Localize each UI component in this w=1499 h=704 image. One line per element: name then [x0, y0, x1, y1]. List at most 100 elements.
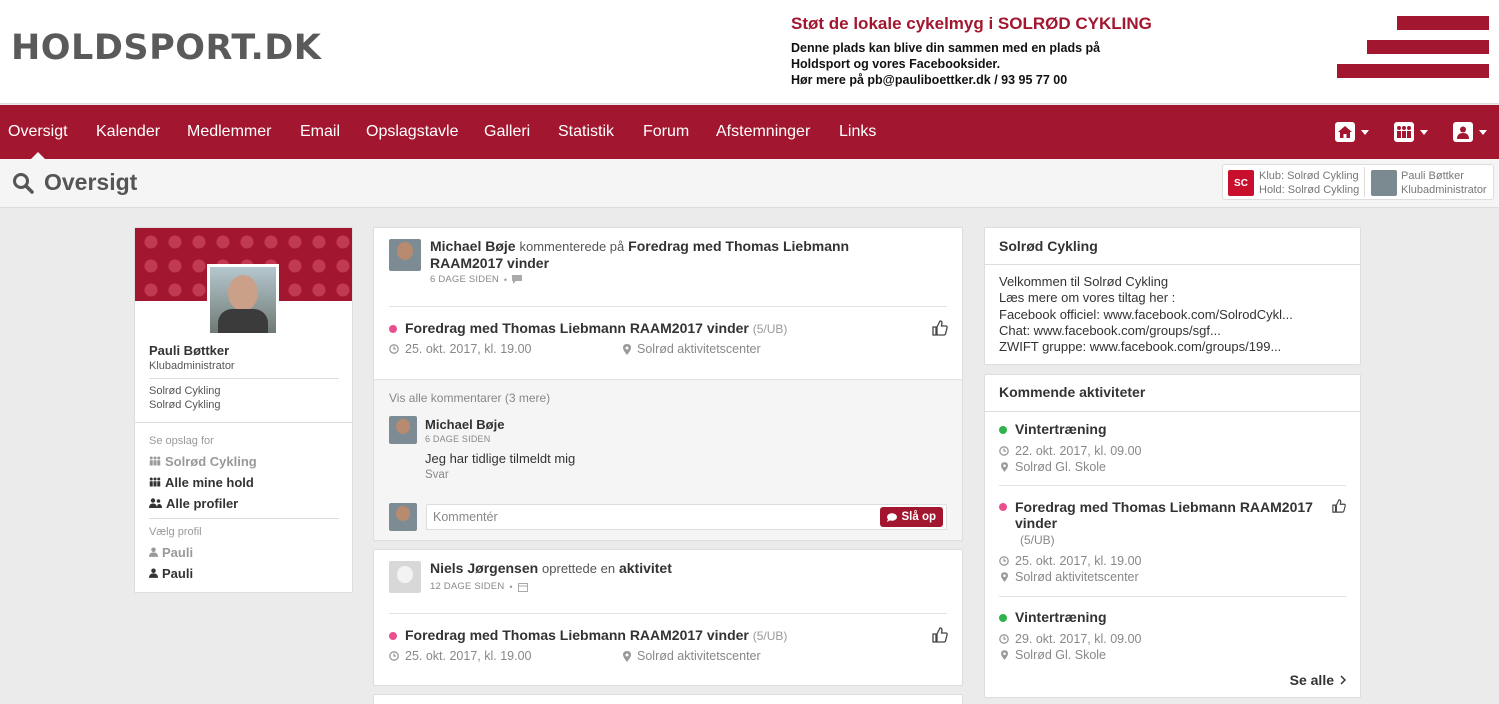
status-dot	[389, 325, 397, 334]
upcoming-activities: Kommende aktiviteter Vintertræning 22. o…	[984, 374, 1361, 698]
nav-statistik[interactable]: Statistik	[558, 105, 614, 159]
team-line: Hold: Solrød Cykling	[1259, 184, 1360, 196]
nav-links[interactable]: Links	[839, 105, 876, 159]
profile-role: Klubadministrator	[149, 360, 235, 372]
profile-option-label: Pauli	[162, 545, 194, 560]
ad-banner[interactable]: Støt de lokale cykelmyg i SOLRØD CYKLING…	[791, 14, 1311, 88]
thumbs-up-icon[interactable]	[932, 320, 948, 336]
filter-solrod[interactable]: Solrød Cykling	[149, 454, 257, 469]
feed-post: Niels Jørgensen oprettede en aktivitet 1…	[373, 549, 963, 686]
divider	[389, 306, 947, 307]
nav-oversigt[interactable]: Oversigt	[8, 105, 68, 159]
activity-date: 25. okt. 2017, kl. 19.00	[405, 342, 532, 356]
calendar-icon	[517, 582, 528, 592]
club-link[interactable]: Chat: www.facebook.com/groups/sgf...	[999, 323, 1293, 339]
team-menu[interactable]	[1394, 105, 1428, 159]
divider	[135, 422, 352, 423]
divider	[985, 411, 1360, 412]
club-link[interactable]: ZWIFT gruppe: www.facebook.com/groups/19…	[999, 339, 1293, 355]
upcoming-item-place: Solrød Gl. Skole	[1001, 460, 1106, 474]
reply-link[interactable]: Svar	[425, 469, 449, 481]
nav-email[interactable]: Email	[300, 105, 340, 159]
nav-opslagstavle[interactable]: Opslagstavle	[366, 105, 459, 159]
nav-galleri[interactable]: Galleri	[484, 105, 530, 159]
team-icon	[1394, 122, 1414, 142]
ad-line: Denne plads kan blive din sammen med en …	[791, 41, 1101, 55]
upcoming-item-title[interactable]: Vintertræning	[999, 421, 1107, 437]
comment-text: Jeg har tidlige tilmeldt mig	[425, 451, 576, 466]
upcoming-item-title[interactable]: Foredrag med Thomas Liebmann RAAM2017 vi…	[999, 499, 1319, 531]
user-icon	[149, 545, 158, 560]
chevron-right-icon	[1340, 675, 1346, 685]
club-logo: SC	[1228, 170, 1254, 196]
post-author[interactable]: Niels Jørgensen	[430, 560, 538, 576]
activity-place-row: Solrød aktivitetscenter	[623, 342, 761, 356]
post-button-label: Slå op	[901, 511, 936, 523]
thumbs-up-icon[interactable]	[1332, 499, 1346, 513]
main-nav: Oversigt Kalender Medlemmer Email Opslag…	[0, 105, 1499, 159]
user-role: Klubadministrator	[1401, 184, 1487, 196]
ad-line: Hør mere på pb@pauliboettker.dk / 93 95 …	[791, 73, 1068, 87]
home-icon	[1335, 122, 1355, 142]
club-line: Velkommen til Solrød Cykling	[999, 274, 1169, 289]
comment-placeholder: Kommentér	[433, 510, 498, 524]
profile-team: Solrød Cykling	[149, 399, 221, 411]
choose-profile-label: Vælg profil	[149, 526, 202, 538]
activity-title-row[interactable]: Foredrag med Thomas Liebmann RAAM2017 vi…	[389, 627, 787, 643]
nav-afstemninger[interactable]: Afstemninger	[716, 105, 810, 159]
activity-title: Foredrag med Thomas Liebmann RAAM2017 vi…	[405, 627, 749, 643]
map-marker-icon	[1001, 572, 1008, 582]
upcoming-item-place: Solrød Gl. Skole	[1001, 648, 1106, 662]
avatar[interactable]	[389, 239, 421, 271]
activity-place-row: Solrød aktivitetscenter	[623, 649, 761, 663]
upcoming-item-date: 29. okt. 2017, kl. 09.00	[999, 632, 1141, 646]
upcoming-item-place: Solrød aktivitetscenter	[1001, 570, 1139, 584]
activity-title-row[interactable]: Foredrag med Thomas Liebmann RAAM2017 vi…	[389, 320, 787, 336]
divider	[389, 613, 947, 614]
feed-post: Michael Bøje kommenterede på Foredrag me…	[373, 227, 963, 541]
user-icon	[149, 566, 158, 581]
filter-all-teams[interactable]: Alle mine hold	[149, 475, 254, 490]
post-action: oprettede en	[542, 561, 616, 576]
post-header: Niels Jørgensen oprettede en aktivitet	[430, 560, 672, 576]
post-time-row: 6 DAGE SIDEN •	[430, 274, 523, 285]
avatar[interactable]	[389, 416, 417, 444]
holdsport-logo[interactable]: HOLDSPORT.DK	[11, 28, 321, 68]
comment-author[interactable]: Michael Bøje	[425, 417, 504, 432]
activity-date: 25. okt. 2017, kl. 19.00	[405, 649, 532, 663]
upcoming-item-date: 22. okt. 2017, kl. 09.00	[999, 444, 1141, 458]
activity-count: (5/UB)	[752, 629, 788, 643]
context-switcher[interactable]: SC Klub: Solrød Cykling Hold: Solrød Cyk…	[1222, 164, 1494, 200]
post-author[interactable]: Michael Bøje	[430, 238, 516, 254]
map-marker-icon	[1001, 650, 1008, 660]
ad-stripe	[1397, 16, 1489, 30]
profile-option[interactable]: Pauli	[149, 545, 193, 560]
profile-name[interactable]: Pauli Bøttker	[149, 343, 229, 358]
ad-title: Støt de lokale cykelmyg i SOLRØD CYKLING	[791, 14, 1152, 33]
post-target[interactable]: aktivitet	[619, 560, 672, 576]
nav-forum[interactable]: Forum	[643, 105, 689, 159]
user-menu[interactable]	[1453, 105, 1487, 159]
clock-icon	[999, 446, 1009, 456]
activity-place: Solrød aktivitetscenter	[637, 342, 761, 356]
nav-kalender[interactable]: Kalender	[96, 105, 160, 159]
post-action: kommenterede på	[519, 239, 625, 254]
comment-input[interactable]: Kommentér Slå op	[426, 504, 947, 530]
club-link[interactable]: Facebook officiel: www.facebook.com/Solr…	[999, 307, 1293, 323]
home-menu[interactable]	[1335, 105, 1369, 159]
upcoming-item-title[interactable]: Vintertræning	[999, 609, 1107, 625]
see-all-link[interactable]: Se alle	[1290, 672, 1346, 688]
profile-option[interactable]: Pauli	[149, 566, 193, 581]
thumbs-up-icon[interactable]	[932, 627, 948, 643]
avatar[interactable]	[389, 561, 421, 593]
post-header: Michael Bøje kommenterede på Foredrag me…	[430, 238, 860, 271]
club-info-box: Solrød Cykling Velkommen til Solrød Cykl…	[984, 227, 1361, 365]
profile-avatar[interactable]	[207, 264, 279, 336]
filter-all-profiles[interactable]: Alle profiler	[149, 496, 238, 511]
divider	[149, 518, 339, 519]
show-all-comments-link[interactable]: Vis alle kommentarer (3 mere)	[389, 391, 550, 405]
nav-medlemmer[interactable]: Medlemmer	[187, 105, 271, 159]
post-comment-button[interactable]: Slå op	[880, 507, 943, 527]
search-icon	[13, 173, 34, 194]
comment-time: 6 DAGE SIDEN	[425, 434, 491, 444]
